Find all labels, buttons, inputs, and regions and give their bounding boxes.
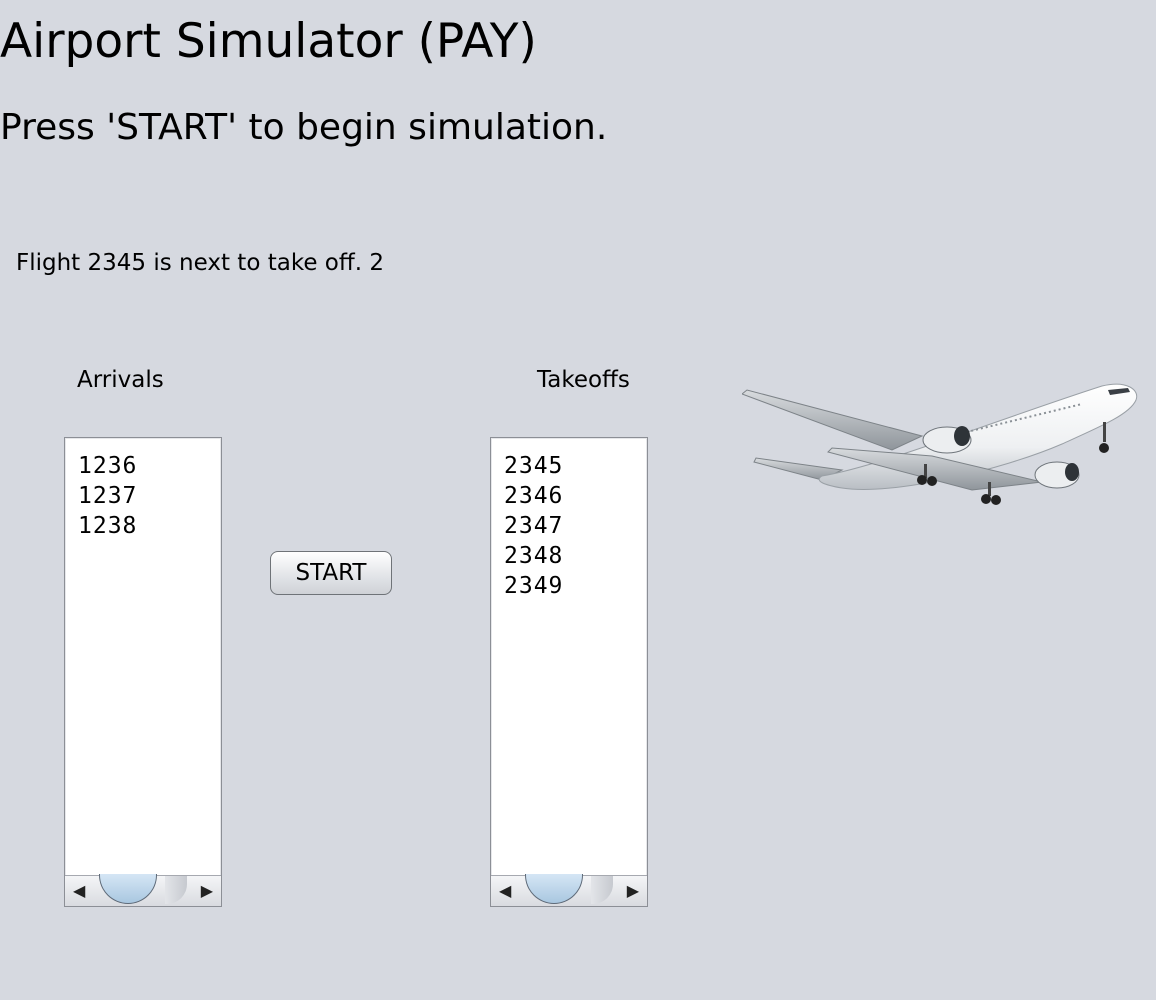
takeoffs-label: Takeoffs [537, 367, 630, 393]
list-item[interactable]: 2347 [504, 511, 563, 541]
list-item[interactable]: 1238 [78, 511, 137, 541]
takeoffs-items: 2345 2346 2347 2348 2349 [504, 451, 563, 601]
list-item[interactable]: 2345 [504, 451, 563, 481]
app-title: Airport Simulator (PAY) [0, 14, 537, 69]
start-button[interactable]: START [270, 551, 392, 595]
arrivals-horizontal-scrollbar[interactable]: ◀ ▶ [65, 874, 221, 906]
scroll-right-arrow-icon[interactable]: ▶ [627, 882, 639, 900]
list-item[interactable]: 2349 [504, 571, 563, 601]
arrivals-label: Arrivals [77, 367, 164, 393]
takeoffs-list[interactable]: 2345 2346 2347 2348 2349 ◀ ▶ [490, 437, 648, 907]
status-message: Flight 2345 is next to take off. 2 [16, 250, 384, 276]
scroll-thumb[interactable] [99, 874, 157, 904]
scroll-thumb[interactable] [525, 874, 583, 904]
airplane-image [742, 383, 1138, 505]
list-item[interactable]: 2348 [504, 541, 563, 571]
arrivals-list[interactable]: 1236 1237 1238 ◀ ▶ [64, 437, 222, 907]
scroll-track [165, 876, 187, 904]
scroll-right-arrow-icon[interactable]: ▶ [201, 882, 213, 900]
arrivals-items: 1236 1237 1238 [78, 451, 137, 541]
scroll-track [591, 876, 613, 904]
list-item[interactable]: 2346 [504, 481, 563, 511]
scroll-left-arrow-icon[interactable]: ◀ [499, 882, 511, 900]
instruction-text: Press 'START' to begin simulation. [0, 107, 608, 148]
list-item[interactable]: 1236 [78, 451, 137, 481]
list-item[interactable]: 1237 [78, 481, 137, 511]
scroll-left-arrow-icon[interactable]: ◀ [73, 882, 85, 900]
takeoffs-horizontal-scrollbar[interactable]: ◀ ▶ [491, 874, 647, 906]
